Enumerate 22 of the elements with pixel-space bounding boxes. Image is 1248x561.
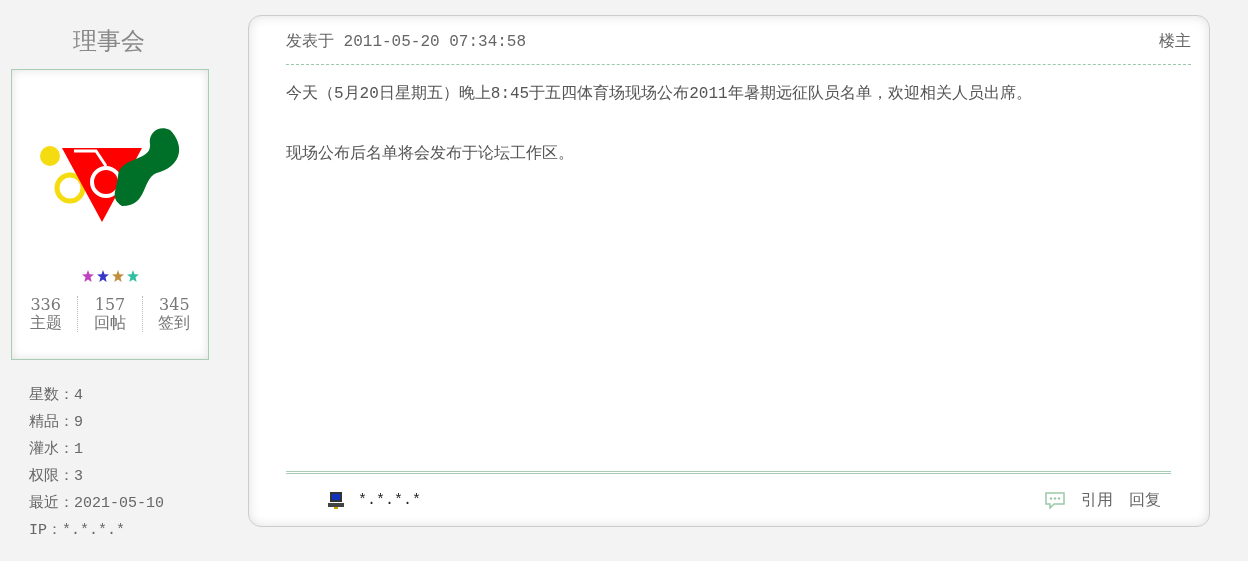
stat-label: 签到 bbox=[158, 314, 191, 332]
stat-value: 345 bbox=[159, 296, 190, 314]
user-info: 精品：9 bbox=[29, 412, 84, 433]
action-link[interactable]: 引用 bbox=[1081, 489, 1113, 511]
stat-value: 157 bbox=[94, 296, 126, 314]
comment-icon bbox=[1045, 491, 1065, 509]
user-info: 权限：3 bbox=[29, 467, 84, 487]
floor-label: 楼主 bbox=[1159, 31, 1191, 52]
stat-label: 回帖 bbox=[94, 314, 126, 332]
stat-value: 336 bbox=[30, 296, 61, 314]
user-info: 星数：4 bbox=[29, 386, 84, 406]
action-link[interactable]: 回复 bbox=[1129, 489, 1161, 511]
post-time: 发表于 2011-05-20 07:34:58 bbox=[286, 31, 527, 52]
user-info: IP：*.*.*.* bbox=[29, 521, 126, 541]
post-text: 现场公布后名单将会发布于论坛工作区。 bbox=[286, 144, 575, 165]
post-text: 今天（5月20日星期五）晚上8:45于五四体育场现场公布2011年暑期远征队员名单，欢迎相关人员出席。 bbox=[286, 83, 1033, 105]
user-info: 最近：2021-05-10 bbox=[29, 493, 165, 514]
stat-label: 主题 bbox=[29, 314, 62, 332]
user-info: 灌水：1 bbox=[29, 439, 84, 460]
computer-icon bbox=[328, 491, 344, 509]
ip-address: *.*.*.* bbox=[358, 491, 421, 509]
user-group: 理事会 bbox=[73, 25, 145, 57]
